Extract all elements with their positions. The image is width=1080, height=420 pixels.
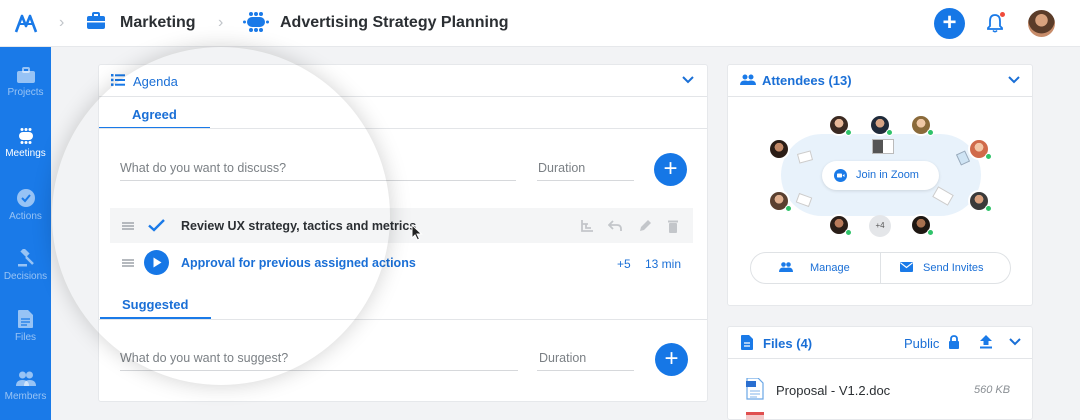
divider xyxy=(728,96,1032,97)
upload-icon[interactable] xyxy=(979,334,993,349)
list-icon xyxy=(111,74,125,86)
join-zoom-label[interactable]: Join in Zoom xyxy=(856,169,919,181)
agenda-item-duration: 13 min xyxy=(645,257,682,271)
file-name[interactable]: Proposal - V1.2.doc xyxy=(776,383,890,398)
agenda-item-title[interactable]: Review UX strategy, tactics and metrics xyxy=(181,219,416,233)
sidebar-item-label: Projects xyxy=(7,87,44,98)
online-status-dot xyxy=(985,153,992,160)
sidebar-item-label: Members xyxy=(4,391,47,402)
sidebar: Projects Meetings Actions Decisions File… xyxy=(0,47,51,420)
suggest-input[interactable] xyxy=(120,370,518,371)
sidebar-item-decisions[interactable]: Decisions xyxy=(0,239,51,297)
mail-icon xyxy=(900,262,913,272)
file-icon xyxy=(741,335,753,350)
extra-count-badge[interactable]: +5 xyxy=(617,257,631,271)
reply-icon[interactable] xyxy=(608,219,622,233)
online-status-dot xyxy=(927,129,934,136)
discuss-input-placeholder[interactable]: What do you want to discuss? xyxy=(120,161,286,175)
drag-handle-icon[interactable] xyxy=(122,259,134,267)
pdf-file-icon xyxy=(746,412,764,420)
divider xyxy=(880,252,881,284)
online-status-dot xyxy=(845,129,852,136)
checkmark-icon[interactable] xyxy=(148,219,165,232)
suggest-input-placeholder[interactable]: What do you want to suggest? xyxy=(120,351,288,365)
laptop-icon xyxy=(872,139,894,154)
visibility-label[interactable]: Public xyxy=(904,336,939,351)
mouse-cursor-icon xyxy=(411,224,423,241)
suggest-duration-placeholder[interactable]: Duration xyxy=(539,351,586,365)
page-title: Advertising Strategy Planning xyxy=(280,14,509,31)
divider xyxy=(728,358,1032,359)
file-size: 560 KB xyxy=(974,384,1011,396)
hierarchy-icon[interactable] xyxy=(580,219,594,233)
duration-input[interactable] xyxy=(537,180,634,181)
add-suggestion-button[interactable]: + xyxy=(655,343,688,376)
tab-suggested[interactable]: Suggested xyxy=(122,297,188,312)
top-bar: › Marketing › Advertising Strategy Plann… xyxy=(0,0,1080,47)
suggest-duration-input[interactable] xyxy=(537,370,634,371)
divider xyxy=(99,96,707,97)
drag-handle-icon[interactable] xyxy=(122,222,134,230)
sidebar-item-label: Meetings xyxy=(5,148,46,159)
sidebar-item-actions[interactable]: Actions xyxy=(0,179,51,237)
gavel-icon xyxy=(17,249,34,267)
sidebar-item-members[interactable]: Members xyxy=(0,361,51,419)
people-icon xyxy=(779,262,793,272)
briefcase-icon xyxy=(87,12,105,29)
meeting-table-icon xyxy=(243,12,269,32)
sidebar-item-projects[interactable]: Projects xyxy=(0,57,51,115)
duration-input-placeholder[interactable]: Duration xyxy=(538,161,585,175)
zoom-video-icon xyxy=(834,169,847,182)
briefcase-icon xyxy=(16,67,35,83)
online-status-dot xyxy=(985,205,992,212)
attendee-avatar[interactable] xyxy=(768,138,790,160)
agenda-title: Agenda xyxy=(133,74,178,89)
tab-agreed[interactable]: Agreed xyxy=(132,107,177,122)
chevron-down-icon[interactable] xyxy=(682,76,694,84)
breadcrumb-separator-icon: › xyxy=(59,14,65,31)
online-status-dot xyxy=(845,229,852,236)
meeting-table-icon xyxy=(18,128,33,144)
chevron-down-icon[interactable] xyxy=(1008,76,1020,84)
sidebar-item-label: Actions xyxy=(9,211,42,222)
chevron-down-icon[interactable] xyxy=(1009,338,1021,346)
add-agenda-item-button[interactable]: + xyxy=(654,153,687,186)
trash-icon[interactable] xyxy=(666,219,680,233)
online-status-dot xyxy=(886,129,893,136)
lock-icon[interactable] xyxy=(948,335,960,349)
sidebar-item-meetings[interactable]: Meetings xyxy=(0,118,51,176)
attendees-title: Attendees (13) xyxy=(762,73,852,88)
people-icon xyxy=(15,371,36,386)
add-button[interactable]: + xyxy=(934,8,965,39)
breadcrumb-separator-icon: › xyxy=(218,14,224,31)
check-circle-icon xyxy=(16,189,35,207)
discuss-input[interactable] xyxy=(120,180,516,181)
notification-dot xyxy=(1000,12,1005,17)
more-attendees-badge[interactable]: +4 xyxy=(869,215,891,237)
online-status-dot xyxy=(927,229,934,236)
app-logo-icon[interactable] xyxy=(14,12,38,36)
sidebar-item-label: Files xyxy=(14,332,37,343)
sidebar-item-files[interactable]: Files xyxy=(0,300,51,358)
manage-attendees-button[interactable]: Manage xyxy=(810,262,850,274)
sidebar-item-label: Decisions xyxy=(3,271,48,282)
divider xyxy=(99,319,707,320)
agenda-item-title[interactable]: Approval for previous assigned actions xyxy=(181,256,416,270)
play-circle-icon[interactable] xyxy=(144,250,169,275)
breadcrumb-project[interactable]: Marketing xyxy=(120,14,196,32)
divider xyxy=(99,128,707,129)
file-icon xyxy=(18,310,33,328)
doc-file-icon xyxy=(746,378,764,400)
people-icon xyxy=(740,74,756,85)
online-status-dot xyxy=(785,205,792,212)
edit-pencil-icon[interactable] xyxy=(638,219,652,233)
files-title: Files (4) xyxy=(763,336,813,351)
send-invites-button[interactable]: Send Invites xyxy=(923,262,984,274)
user-avatar[interactable] xyxy=(1028,10,1055,37)
